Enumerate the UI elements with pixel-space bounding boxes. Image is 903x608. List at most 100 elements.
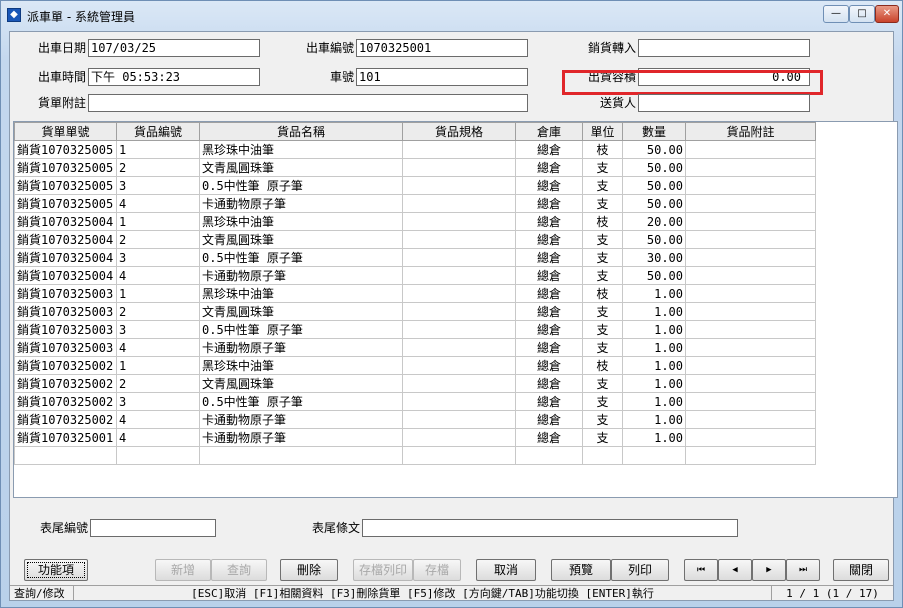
cell-item-spec[interactable] <box>402 410 516 429</box>
cell-qty[interactable]: 1.00 <box>622 356 686 375</box>
cell-item-spec[interactable] <box>402 158 516 177</box>
cell-unit[interactable]: 支 <box>582 194 623 213</box>
cell-qty[interactable]: 1.00 <box>622 392 686 411</box>
cell-warehouse[interactable]: 總倉 <box>515 338 583 357</box>
table-row[interactable]: 銷貨1070325005 3 0.5中性筆 原子筆 總倉支 50.00 <box>14 176 816 195</box>
cell-warehouse[interactable]: 總倉 <box>515 410 583 429</box>
table-row[interactable]: 銷貨1070325004 1 黑珍珠中油筆 總倉枝 20.00 <box>14 212 816 231</box>
cell-item-spec[interactable] <box>402 374 516 393</box>
cell-item-name[interactable]: 0.5中性筆 原子筆 <box>199 320 403 339</box>
cell-item-name[interactable]: 0.5中性筆 原子筆 <box>199 392 403 411</box>
tail-no-field[interactable] <box>90 519 216 537</box>
cell-order-no[interactable]: 銷貨1070325005 <box>14 176 117 195</box>
cell-unit[interactable]: 枝 <box>582 356 623 375</box>
cell-item-spec[interactable] <box>402 392 516 411</box>
delete-button[interactable]: 刪除 <box>280 559 338 581</box>
cell-item-no[interactable]: 4 <box>116 410 200 429</box>
table-row[interactable]: 銷貨1070325005 4 卡通動物原子筆 總倉支 50.00 <box>14 194 816 213</box>
cell-warehouse[interactable]: 總倉 <box>515 194 583 213</box>
maximize-button[interactable]: □ <box>849 5 875 23</box>
cell-unit[interactable]: 支 <box>582 230 623 249</box>
cell-unit[interactable]: 支 <box>582 176 623 195</box>
sender-field[interactable] <box>638 94 810 112</box>
cell-item-no[interactable]: 1 <box>116 356 200 375</box>
query-button[interactable]: 查詢 <box>211 559 267 581</box>
cell-unit[interactable]: 支 <box>582 338 623 357</box>
cell-qty[interactable]: 1.00 <box>622 302 686 321</box>
column-header-item-no[interactable]: 貨品編號 <box>116 122 200 141</box>
cell-item-no[interactable]: 4 <box>116 194 200 213</box>
cell-item-no[interactable]: 4 <box>116 428 200 447</box>
cell-item-name[interactable]: 卡通動物原子筆 <box>199 428 403 447</box>
cell-warehouse[interactable]: 總倉 <box>515 428 583 447</box>
cell-qty[interactable]: 30.00 <box>622 248 686 267</box>
cell-qty[interactable]: 50.00 <box>622 158 686 177</box>
cell-warehouse[interactable]: 總倉 <box>515 140 583 159</box>
cell-item-spec[interactable] <box>402 320 516 339</box>
cell-order-no[interactable]: 銷貨1070325004 <box>14 248 117 267</box>
cell-item-no[interactable]: 3 <box>116 320 200 339</box>
cell-qty[interactable]: 50.00 <box>622 140 686 159</box>
cell-order-no[interactable]: 銷貨1070325002 <box>14 392 117 411</box>
function-button[interactable]: 功能項 <box>24 559 88 581</box>
cell-item-spec[interactable] <box>402 428 516 447</box>
cell-unit[interactable]: 支 <box>582 248 623 267</box>
next-record-button[interactable]: ▶ <box>752 559 786 581</box>
cell-item-no[interactable]: 2 <box>116 230 200 249</box>
cell-qty[interactable]: 20.00 <box>622 212 686 231</box>
cell-item-no[interactable]: 2 <box>116 374 200 393</box>
table-row[interactable]: 銷貨1070325003 4 卡通動物原子筆 總倉支 1.00 <box>14 338 816 357</box>
cell-qty[interactable]: 1.00 <box>622 284 686 303</box>
cell-item-name[interactable]: 文青風圓珠筆 <box>199 374 403 393</box>
cell-order-no[interactable]: 銷貨1070325003 <box>14 338 117 357</box>
cell-item-spec[interactable] <box>402 140 516 159</box>
cell-item-note[interactable] <box>685 194 816 213</box>
cell-qty[interactable]: 50.00 <box>622 176 686 195</box>
cell-item-spec[interactable] <box>402 446 516 465</box>
cell-item-spec[interactable] <box>402 230 516 249</box>
cell-item-no[interactable]: 4 <box>116 266 200 285</box>
column-header-order-no[interactable]: 貨單單號 <box>14 122 117 141</box>
cell-warehouse[interactable]: 總倉 <box>515 176 583 195</box>
cell-warehouse[interactable]: 總倉 <box>515 374 583 393</box>
title-bar[interactable]: ◆ 派車單 - 系統管理員 — □ ✕ <box>1 1 902 31</box>
preview-button[interactable]: 預覽 <box>551 559 611 581</box>
cancel-button[interactable]: 取消 <box>476 559 536 581</box>
cell-qty[interactable]: 1.00 <box>622 338 686 357</box>
ship-no-field[interactable]: 1070325001 <box>356 39 528 57</box>
cell-item-spec[interactable] <box>402 302 516 321</box>
ship-time-field[interactable]: 下午 05:53:23 <box>88 68 260 86</box>
cell-item-note[interactable] <box>685 230 816 249</box>
column-header-item-spec[interactable]: 貨品規格 <box>402 122 516 141</box>
table-row[interactable]: 銷貨1070325002 1 黑珍珠中油筆 總倉枝 1.00 <box>14 356 816 375</box>
cell-item-spec[interactable] <box>402 176 516 195</box>
print-button[interactable]: 列印 <box>611 559 669 581</box>
cell-order-no[interactable] <box>14 446 117 465</box>
cell-item-note[interactable] <box>685 140 816 159</box>
cell-item-note[interactable] <box>685 338 816 357</box>
cell-qty[interactable] <box>622 446 686 465</box>
save-print-button[interactable]: 存檔列印 <box>353 559 413 581</box>
cell-item-name[interactable]: 卡通動物原子筆 <box>199 266 403 285</box>
cell-warehouse[interactable]: 總倉 <box>515 230 583 249</box>
cell-item-no[interactable]: 1 <box>116 212 200 231</box>
cell-warehouse[interactable]: 總倉 <box>515 284 583 303</box>
cell-unit[interactable]: 支 <box>582 392 623 411</box>
cell-unit[interactable]: 支 <box>582 374 623 393</box>
table-row[interactable]: 銷貨1070325005 1 黑珍珠中油筆 總倉枝 50.00 <box>14 140 816 159</box>
cell-qty[interactable]: 50.00 <box>622 266 686 285</box>
table-row[interactable]: 銷貨1070325002 3 0.5中性筆 原子筆 總倉支 1.00 <box>14 392 816 411</box>
cell-item-name[interactable]: 卡通動物原子筆 <box>199 410 403 429</box>
column-header-qty[interactable]: 數量 <box>622 122 686 141</box>
cell-warehouse[interactable]: 總倉 <box>515 356 583 375</box>
cell-item-no[interactable]: 2 <box>116 158 200 177</box>
cell-order-no[interactable]: 銷貨1070325004 <box>14 266 117 285</box>
table-row[interactable]: 銷貨1070325003 3 0.5中性筆 原子筆 總倉支 1.00 <box>14 320 816 339</box>
cell-item-name[interactable]: 卡通動物原子筆 <box>199 338 403 357</box>
cell-item-note[interactable] <box>685 284 816 303</box>
ship-date-field[interactable]: 107/03/25 <box>88 39 260 57</box>
cell-unit[interactable]: 支 <box>582 302 623 321</box>
note-field[interactable] <box>88 94 528 112</box>
cell-unit[interactable] <box>582 446 623 465</box>
cell-item-note[interactable] <box>685 158 816 177</box>
